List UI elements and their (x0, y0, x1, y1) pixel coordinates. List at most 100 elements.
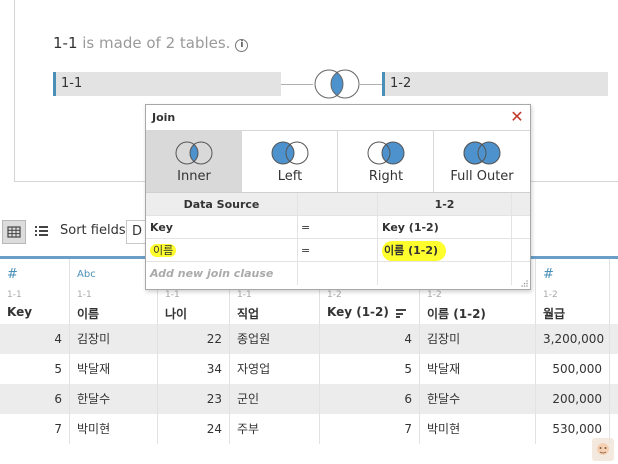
resize-grip-icon[interactable] (520, 279, 528, 287)
cell-key[interactable]: 5 (0, 354, 70, 384)
join-dialog-header: Join ✕ (146, 105, 530, 131)
number-type-icon: # (7, 267, 18, 282)
clause-header-left: Data Source (146, 193, 298, 216)
clause-left-field: 이름 (150, 244, 177, 257)
cell-age[interactable]: 24 (158, 414, 230, 444)
cell-name[interactable]: 한달수 (70, 384, 158, 414)
full-outer-join-icon (463, 141, 501, 165)
cell-name-1-2[interactable]: 박미현 (420, 414, 536, 444)
data-source-title: 1-1 is made of 2 tables. i (53, 34, 249, 52)
table-row: 5 박달재 34 자영업 5 박달재 500,000 (0, 354, 618, 384)
cell-key-1-2[interactable]: 6 (320, 384, 420, 414)
join-type-left[interactable]: Left (242, 131, 338, 192)
info-icon[interactable]: i (235, 39, 249, 52)
join-type-label: Right (368, 169, 404, 184)
inner-join-icon (175, 141, 213, 165)
column-source: 1-1 (237, 290, 252, 300)
clause-header-op (298, 193, 378, 216)
sort-fields-label: Sort fields (60, 223, 126, 238)
join-connector-right (360, 84, 382, 85)
add-join-clause-row[interactable]: Add new join clause (146, 262, 530, 285)
clause-right-field-cell[interactable]: 이름 (1-2) (378, 239, 512, 262)
join-type-label: Full Outer (450, 169, 514, 184)
cell-job[interactable]: 군인 (230, 384, 320, 414)
column-name: 이름 (1-2) (427, 307, 486, 321)
column-name: 직업 (237, 307, 260, 321)
watermark-logo-icon (592, 438, 614, 461)
clause-operator (298, 262, 378, 285)
cell-job[interactable]: 주부 (230, 414, 320, 444)
right-table-pill[interactable]: 1-2 (382, 72, 608, 96)
cell-age[interactable]: 22 (158, 324, 230, 354)
cell-key[interactable]: 4 (0, 324, 70, 354)
cell-key-1-2[interactable]: 4 (320, 324, 420, 354)
left-table-pill[interactable]: 1-1 (53, 72, 281, 96)
clause-header-right: 1-2 (378, 193, 512, 216)
data-source-name: 1-1 (53, 34, 78, 52)
cell-salary[interactable]: 3,200,000 (536, 324, 610, 354)
cell-key-1-2[interactable]: 5 (320, 354, 420, 384)
join-clause-header: Data Source 1-2 (146, 193, 530, 216)
clause-operator[interactable]: = (298, 239, 378, 262)
column-source: 1-2 (427, 290, 442, 300)
close-icon[interactable]: ✕ (508, 107, 526, 127)
join-dialog: Join ✕ Inner Left Right Full Outer Data … (145, 104, 531, 290)
add-join-clause[interactable]: Add new join clause (146, 262, 298, 285)
clause-right-field[interactable]: Key (1-2) (378, 216, 512, 239)
join-type-selector: Inner Left Right Full Outer (146, 131, 530, 193)
clause-left-field-cell[interactable]: 이름 (146, 239, 298, 262)
grid-view-icon (7, 226, 21, 238)
cell-key-1-2[interactable]: 7 (320, 414, 420, 444)
table-row: 6 한달수 23 군인 6 한달수 200,000 (0, 384, 618, 414)
join-type-full-outer[interactable]: Full Outer (434, 131, 530, 192)
join-type-right[interactable]: Right (338, 131, 434, 192)
column-header-salary[interactable]: # 1-2 월급 (536, 259, 610, 324)
cell-name[interactable]: 김장미 (70, 324, 158, 354)
cell-name-1-2[interactable]: 김장미 (420, 324, 536, 354)
column-source: 1-1 (7, 290, 22, 300)
inner-join-venn-icon[interactable] (312, 68, 362, 100)
column-header-key[interactable]: # 1-1 Key (0, 259, 70, 324)
string-type-icon: Abc (77, 269, 96, 280)
column-source: 1-1 (165, 290, 180, 300)
cell-name[interactable]: 박달재 (70, 354, 158, 384)
number-type-icon: # (543, 267, 554, 282)
grid-view-button[interactable] (2, 220, 26, 244)
join-type-label: Inner (177, 169, 211, 184)
cell-key[interactable]: 6 (0, 384, 70, 414)
column-name: Key (1-2) (327, 305, 389, 319)
table-row: 7 박미현 24 주부 7 박미현 530,000 (0, 414, 618, 444)
join-clause-row[interactable]: 이름 = 이름 (1-2) (146, 239, 530, 262)
cell-key[interactable]: 7 (0, 414, 70, 444)
clause-right-field-cell (378, 262, 512, 285)
join-type-label: Left (277, 169, 303, 184)
column-source: 1-2 (327, 290, 342, 300)
join-type-inner[interactable]: Inner (146, 131, 242, 192)
column-name: Key (7, 305, 33, 319)
cell-age[interactable]: 34 (158, 354, 230, 384)
cell-salary[interactable]: 200,000 (536, 384, 610, 414)
data-source-subtitle: is made of 2 tables. (77, 34, 231, 52)
join-dialog-title: Join (152, 111, 176, 124)
column-name: 월급 (543, 307, 566, 321)
cell-name-1-2[interactable]: 박달재 (420, 354, 536, 384)
list-view-button[interactable] (30, 220, 54, 244)
join-clause-row[interactable]: Key = Key (1-2) (146, 216, 530, 239)
cell-job[interactable]: 자영업 (230, 354, 320, 384)
cell-age[interactable]: 23 (158, 384, 230, 414)
column-name: 나이 (165, 307, 188, 321)
right-join-icon (367, 141, 405, 165)
sort-icon[interactable] (396, 309, 406, 318)
clause-spacer (512, 216, 530, 239)
clause-right-field: 이름 (1-2) (382, 241, 446, 261)
column-source: 1-1 (77, 290, 92, 300)
cell-name-1-2[interactable]: 한달수 (420, 384, 536, 414)
column-source: 1-2 (543, 290, 558, 300)
clause-spacer (512, 239, 530, 262)
clause-left-field[interactable]: Key (146, 216, 298, 239)
cell-name[interactable]: 박미현 (70, 414, 158, 444)
cell-salary[interactable]: 500,000 (536, 354, 610, 384)
clause-operator[interactable]: = (298, 216, 378, 239)
column-name: 이름 (77, 307, 100, 321)
cell-job[interactable]: 종업원 (230, 324, 320, 354)
